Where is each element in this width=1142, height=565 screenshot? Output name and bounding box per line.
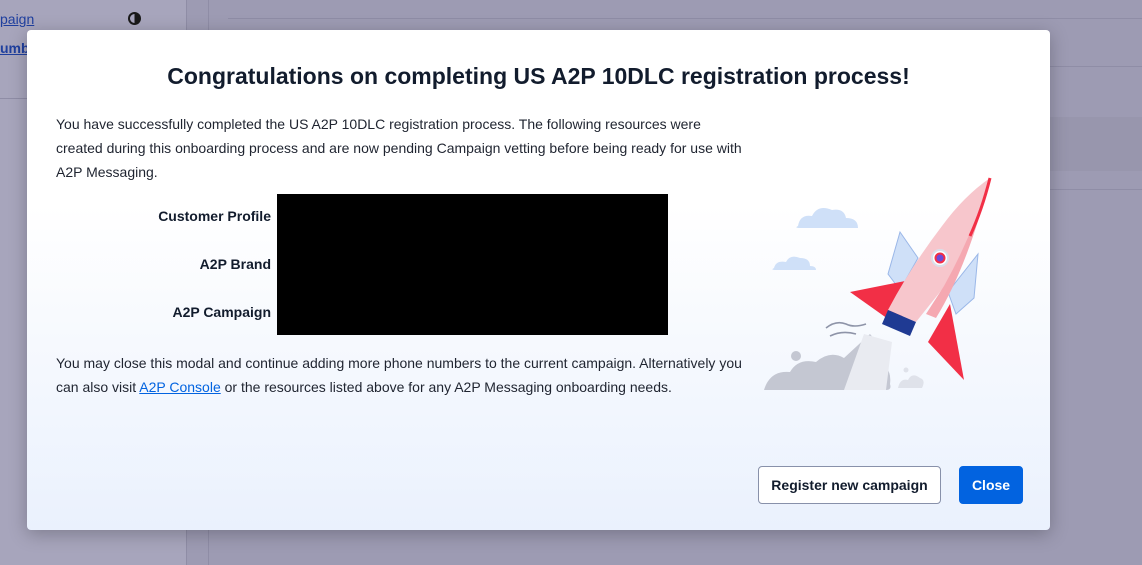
rocket-launch-icon xyxy=(764,177,992,390)
resource-label-a2p-campaign: A2P Campaign xyxy=(172,304,271,320)
half-circle-status-icon xyxy=(128,12,141,25)
outro-text-after: or the resources listed above for any A2… xyxy=(220,379,672,395)
redacted-resource-values xyxy=(277,194,668,335)
register-new-campaign-button[interactable]: Register new campaign xyxy=(758,466,941,504)
background-row-line xyxy=(228,18,1142,19)
a2p-console-link[interactable]: A2P Console xyxy=(139,379,220,395)
registration-complete-modal: Congratulations on completing US A2P 10D… xyxy=(27,30,1050,530)
outro-text: You may close this modal and continue ad… xyxy=(56,351,746,399)
resource-label-a2p-brand: A2P Brand xyxy=(199,256,271,272)
intro-text: You have successfully completed the US A… xyxy=(56,116,742,180)
close-button[interactable]: Close xyxy=(959,466,1023,504)
modal-title: Congratulations on completing US A2P 10D… xyxy=(167,63,910,89)
resource-label-customer-profile: Customer Profile xyxy=(158,208,271,224)
background-sidebar-link-campaign: paign xyxy=(0,11,35,27)
background-sidebar-link-numbers: umb xyxy=(0,40,30,56)
